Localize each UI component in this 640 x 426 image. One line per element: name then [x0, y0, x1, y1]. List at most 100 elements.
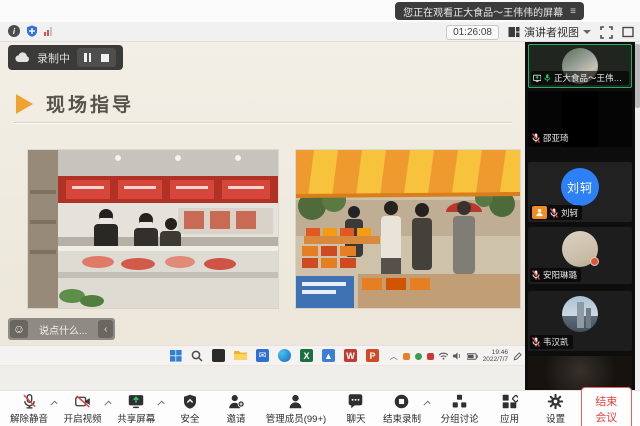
- recording-options-chevron[interactable]: [423, 400, 430, 407]
- apps-label: 应用: [500, 411, 519, 425]
- window-icon[interactable]: [622, 26, 634, 38]
- windows-start-icon[interactable]: [170, 350, 182, 362]
- photo-market-stall: [296, 150, 520, 308]
- excel-icon[interactable]: X: [300, 349, 313, 362]
- tray-app-icon-green[interactable]: [415, 353, 422, 360]
- start-video-button[interactable]: 开启视频: [62, 392, 104, 426]
- fullscreen-icon[interactable]: [600, 26, 613, 39]
- security-button[interactable]: 安全: [169, 392, 211, 426]
- video-face-hint: [528, 356, 632, 390]
- taskbar-time: 19:46: [483, 349, 508, 356]
- apps-button[interactable]: 应用: [489, 392, 531, 426]
- wps-icon[interactable]: W: [344, 349, 357, 362]
- stop-record-icon: [393, 393, 410, 410]
- status-icons: i: [8, 25, 52, 37]
- photos-icon[interactable]: ▲: [322, 349, 335, 362]
- participant-tile-liuke[interactable]: 刘轲 刘轲: [528, 162, 632, 222]
- tray-app-icon-orange[interactable]: [403, 353, 410, 360]
- battery-icon[interactable]: [467, 353, 478, 360]
- share-options-chevron[interactable]: [158, 400, 165, 407]
- recording-bar: 录制中: [8, 45, 123, 70]
- hand-raised-icon: [532, 206, 547, 219]
- unmute-label: 解除静音: [10, 411, 48, 425]
- participant-tile-wangweiwei[interactable]: 正大食品～王伟伟的…: [528, 44, 632, 88]
- unmute-options-chevron[interactable]: [50, 400, 57, 407]
- invite-label: 邀请: [226, 411, 245, 425]
- participant-name-bar: 邵亚琦: [530, 131, 573, 145]
- stop-recording-button[interactable]: 结束录制: [381, 392, 423, 426]
- mic-muted-icon: [532, 133, 540, 143]
- screen-share-margin: [0, 366, 525, 390]
- taskbar-clock[interactable]: 19:46 2022/7/7: [483, 349, 508, 363]
- mic-muted-icon: [21, 393, 38, 410]
- sidebar-scrollbar[interactable]: [635, 42, 640, 390]
- participant-name: 邵亚琦: [543, 132, 569, 144]
- mic-muted-icon: [532, 270, 540, 280]
- apps-grid-icon: [501, 393, 518, 410]
- title-divider: [14, 122, 512, 123]
- chat-button[interactable]: 聊天: [335, 392, 377, 426]
- chat-bubble-icon: [347, 393, 364, 410]
- breakout-rooms-label: 分组讨论: [441, 411, 479, 425]
- meeting-info-icon[interactable]: i: [8, 25, 20, 37]
- avatar-badge: [590, 257, 599, 266]
- share-screen-label: 共享屏幕: [117, 411, 155, 425]
- share-screen-button[interactable]: 共享屏幕: [115, 392, 157, 426]
- gear-icon: [547, 393, 564, 410]
- participant-tile-partial[interactable]: [528, 356, 632, 390]
- invite-button[interactable]: 邀请: [215, 392, 257, 426]
- wifi-icon[interactable]: [439, 352, 448, 360]
- chat-label: 聊天: [346, 411, 365, 425]
- avatar-initials: 刘轲: [561, 168, 599, 206]
- end-meeting-button[interactable]: 结束会议: [581, 387, 632, 426]
- stop-recording-button[interactable]: [101, 54, 109, 62]
- slide-title-block: 现场指导: [16, 90, 134, 117]
- view-mode-button[interactable]: 演讲者视图: [508, 24, 591, 40]
- watching-banner[interactable]: 您正在观看正大食品～王伟伟的屏幕 ≡: [395, 2, 584, 20]
- pause-recording-button[interactable]: [84, 53, 91, 62]
- network-signal-icon[interactable]: [44, 26, 52, 36]
- mic-muted-icon: [532, 337, 540, 347]
- scrollbar-thumb[interactable]: [635, 44, 640, 108]
- security-shield-icon: [182, 393, 198, 410]
- breakout-squares-icon: [451, 393, 468, 410]
- chat-input-placeholder[interactable]: 说点什么...: [28, 322, 98, 337]
- volume-icon[interactable]: [453, 352, 462, 360]
- edge-browser-icon[interactable]: [278, 349, 291, 362]
- start-video-label: 开启视频: [64, 411, 102, 425]
- menu-icon[interactable]: ≡: [570, 6, 576, 17]
- participant-tile-weihankai[interactable]: 韦汉凯: [528, 291, 632, 351]
- manage-members-button[interactable]: 管理成员(99+): [261, 392, 331, 426]
- tray-app-icon-red[interactable]: [427, 353, 434, 360]
- pen-ink-icon[interactable]: [513, 352, 522, 361]
- notification-bar: 您正在观看正大食品～王伟伟的屏幕 ≡: [0, 0, 640, 22]
- file-explorer-icon[interactable]: [234, 350, 247, 361]
- unmute-button[interactable]: 解除静音: [8, 392, 50, 426]
- mic-muted-icon: [550, 208, 558, 218]
- avatar: [562, 296, 598, 332]
- collapse-chat-icon[interactable]: ‹: [98, 320, 113, 338]
- shared-windows-taskbar: ✉ X ▲ W P ︿: [0, 345, 525, 365]
- powerpoint-icon[interactable]: P: [366, 349, 379, 362]
- participant-tile-shaoyaqi[interactable]: 邵亚琦: [528, 91, 632, 147]
- layout-icon: [508, 26, 520, 38]
- view-mode-label: 演讲者视图: [524, 24, 579, 40]
- participant-tile-anyanglinlu[interactable]: 安阳琳璐: [528, 227, 632, 284]
- emoji-icon[interactable]: ☺: [10, 320, 28, 338]
- settings-button[interactable]: 设置: [535, 392, 577, 426]
- task-view-icon[interactable]: [212, 349, 225, 362]
- members-person-icon: [287, 393, 304, 410]
- screen-sharing-icon: [533, 74, 541, 83]
- taskbar-app-icons: ✉ X ▲ W P: [170, 349, 379, 362]
- tray-expand-icon[interactable]: ︿: [390, 351, 398, 362]
- cloud-icon: [15, 52, 30, 63]
- search-icon[interactable]: [191, 350, 203, 362]
- mail-icon[interactable]: ✉: [256, 349, 269, 362]
- chevron-down-icon: [583, 30, 591, 34]
- share-screen-icon: [127, 393, 145, 410]
- participant-name-bar: 安阳琳璐: [530, 268, 581, 282]
- video-options-chevron[interactable]: [104, 400, 111, 407]
- participant-name-bar: 刘轲: [530, 205, 582, 220]
- security-shield-icon[interactable]: [26, 25, 38, 37]
- breakout-rooms-button[interactable]: 分组讨论: [435, 392, 485, 426]
